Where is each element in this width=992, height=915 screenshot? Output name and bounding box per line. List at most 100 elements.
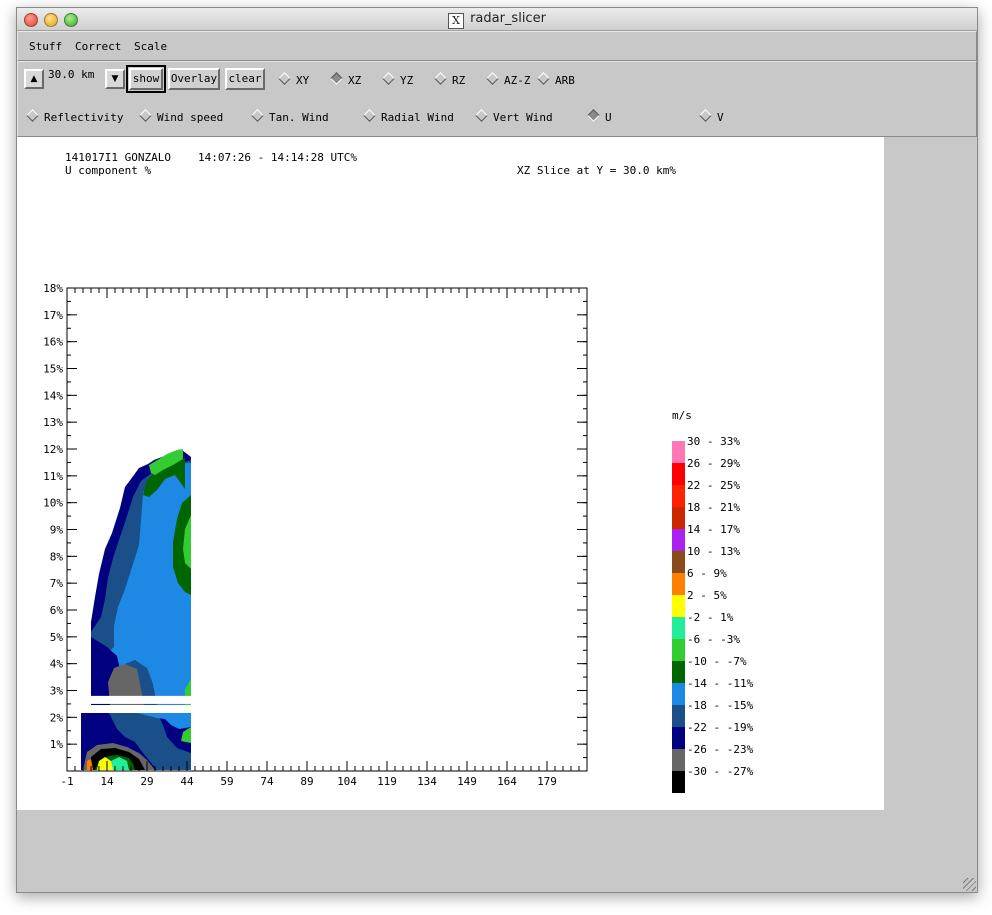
- show-button[interactable]: show: [126, 65, 166, 93]
- radio-indicator: [537, 72, 550, 85]
- legend-label: 6 - 9%: [687, 567, 727, 580]
- menu-stuff[interactable]: Stuff: [29, 40, 62, 53]
- data-gap: [75, 695, 195, 704]
- clear-button[interactable]: clear: [225, 68, 265, 90]
- radio-field-wind-speed[interactable]: Wind speed: [139, 109, 224, 125]
- y-tick-label: 13%: [43, 416, 63, 429]
- legend-label: -14 - -11%: [687, 677, 754, 690]
- radio-slice-xz[interactable]: XZ: [330, 72, 362, 88]
- radio-indicator: [139, 109, 152, 122]
- radio-indicator: [382, 72, 395, 85]
- overlay-button[interactable]: Overlay: [168, 68, 220, 90]
- plot-canvas[interactable]: 141017I1 GONZALO 14:07:26 - 14:14:28 UTC…: [17, 137, 884, 810]
- legend-label: 2 - 5%: [687, 589, 727, 602]
- radio-label: Reflectivity: [44, 111, 124, 124]
- legend-swatch: [672, 727, 685, 749]
- radio-slice-rz[interactable]: RZ: [434, 72, 465, 88]
- legend-swatch: [672, 507, 685, 529]
- header-id: 141017I1 GONZALO: [65, 151, 171, 164]
- radio-label: XZ: [348, 74, 362, 87]
- x-tick-label: 119: [377, 775, 397, 788]
- y-tick-label: 16%: [43, 336, 63, 349]
- legend-swatch: [672, 529, 685, 551]
- header-field: U component %: [65, 164, 151, 177]
- radio-field-v[interactable]: V: [699, 109, 724, 125]
- header-time: 14:07:26 - 14:14:28 UTC%: [198, 151, 357, 164]
- y-tick-label: 12%: [43, 443, 63, 456]
- legend-swatch: [672, 617, 685, 639]
- radio-slice-arb[interactable]: ARB: [537, 72, 575, 88]
- header-slice: XZ Slice at Y = 30.0 km%: [517, 164, 676, 177]
- x-tick-label: 104: [337, 775, 357, 788]
- x-tick-label: 164: [497, 775, 517, 788]
- radio-field-reflectivity[interactable]: Reflectivity: [26, 109, 124, 125]
- x-tick-label: 74: [260, 775, 274, 788]
- x-tick-label: 14: [100, 775, 114, 788]
- radio-label: Radial Wind: [381, 111, 454, 124]
- x-tick-label: 89: [300, 775, 313, 788]
- y-tick-label: 2%: [50, 711, 64, 724]
- radio-label: V: [717, 111, 724, 124]
- level-up-button[interactable]: ▲: [24, 69, 44, 89]
- window-title-group: Xradar_slicer: [17, 11, 977, 29]
- radio-indicator: [699, 109, 712, 122]
- legend-swatch: [672, 485, 685, 507]
- legend-label: 14 - 17%: [687, 523, 740, 536]
- resize-grip[interactable]: [963, 878, 976, 891]
- radio-indicator: [363, 109, 376, 122]
- radio-indicator: [251, 109, 264, 122]
- legend-label: -26 - -23%: [687, 743, 754, 756]
- radio-field-radial-wind[interactable]: Radial Wind: [363, 109, 454, 125]
- legend-label: -6 - -3%: [687, 633, 740, 646]
- legend-swatch: [672, 771, 685, 793]
- level-down-button[interactable]: ▼: [105, 69, 125, 89]
- x-tick-label: 44: [180, 775, 194, 788]
- legend-label: 10 - 13%: [687, 545, 740, 558]
- radio-indicator: [330, 72, 343, 85]
- x-tick-label: 179: [537, 775, 557, 788]
- title-bar[interactable]: Xradar_slicer: [17, 8, 977, 31]
- radio-label: YZ: [400, 74, 414, 87]
- radio-indicator: [26, 109, 39, 122]
- legend-label: -30 - -27%: [687, 765, 754, 778]
- y-tick-label: 17%: [43, 309, 63, 322]
- legend-swatch: [672, 661, 685, 683]
- y-tick-label: 1%: [50, 738, 64, 751]
- menu-bar: Stuff Correct Scale: [17, 31, 977, 61]
- radio-label: AZ-Z: [504, 74, 531, 87]
- plot-svg: 141017I1 GONZALO 14:07:26 - 14:14:28 UTC…: [43, 151, 754, 793]
- radio-label: XY: [296, 74, 310, 87]
- legend-label: -2 - 1%: [687, 611, 734, 624]
- legend-label: 22 - 25%: [687, 479, 740, 492]
- y-tick-label: 14%: [43, 389, 63, 402]
- radio-field-u[interactable]: U: [587, 109, 612, 125]
- menu-correct[interactable]: Correct: [75, 40, 121, 53]
- y-tick-label: 18%: [43, 282, 63, 295]
- x-tick-label: -1: [60, 775, 73, 788]
- legend-label: -22 - -19%: [687, 721, 754, 734]
- legend-swatch: [672, 573, 685, 595]
- legend-label: 18 - 21%: [687, 501, 740, 514]
- radio-label: Tan. Wind: [269, 111, 329, 124]
- legend-swatch: [672, 551, 685, 573]
- color-legend: m/s 30 - 33% 26 - 29% 22 - 25% 18 - 21% 14 - …: [672, 409, 754, 793]
- radio-field-tan-wind[interactable]: Tan. Wind: [251, 109, 329, 125]
- y-tick-label: 8%: [50, 550, 64, 563]
- y-tick-label: 11%: [43, 470, 63, 483]
- y-tick-label: 3%: [50, 685, 64, 698]
- radio-slice-xy[interactable]: XY: [278, 72, 310, 88]
- x11-icon: X: [448, 13, 465, 29]
- radio-slice-yz[interactable]: YZ: [382, 72, 414, 88]
- window-title: radar_slicer: [470, 11, 546, 26]
- menu-scale[interactable]: Scale: [134, 40, 167, 53]
- legend-title: m/s: [672, 409, 692, 422]
- radio-indicator: [434, 72, 447, 85]
- radio-indicator: [486, 72, 499, 85]
- legend-label: -18 - -15%: [687, 699, 754, 712]
- radio-label: Wind speed: [157, 111, 224, 124]
- radio-label: ARB: [555, 74, 575, 87]
- radio-field-vert-wind[interactable]: Vert Wind: [475, 109, 553, 125]
- radio-slice-az-z[interactable]: AZ-Z: [486, 72, 531, 88]
- level-value: 30.0 km: [48, 68, 95, 81]
- x-tick-label: 29: [140, 775, 153, 788]
